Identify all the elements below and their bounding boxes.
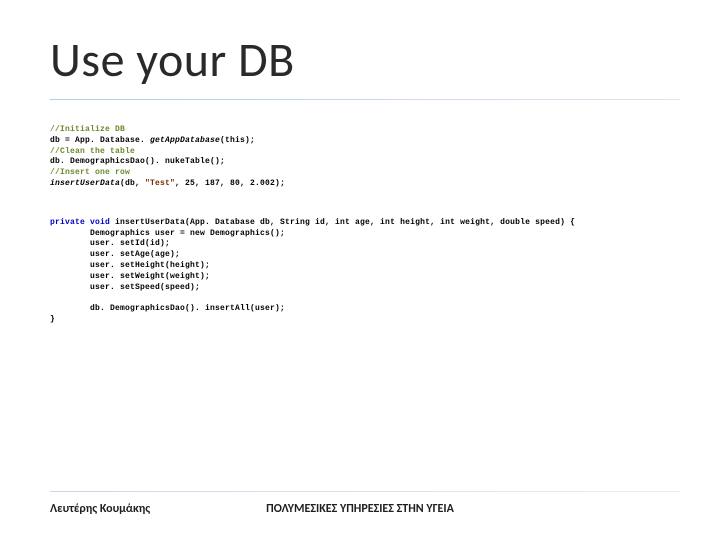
code-line: db. DemographicsDao(). insertAll(user); <box>50 304 285 313</box>
footer-course: ΠΟΛΥΜΕΣΙΚΕΣ ΥΠΗΡΕΣΙΕΣ ΣΤΗΝ ΥΓΕΙΑ <box>266 502 454 516</box>
code-line: user. setAge(age); <box>50 250 180 259</box>
code-line: (App. Database db, String id, int age, i… <box>185 218 575 227</box>
code-line: db. DemographicsDao(). nukeTable(); <box>50 157 225 166</box>
code-line: user. setId(id); <box>50 239 170 248</box>
code-block-2: private void insertUserData(App. Databas… <box>50 218 670 326</box>
code-block-1: //Initialize DB db = App. Database. getA… <box>50 125 670 190</box>
code-line: (this); <box>220 136 255 145</box>
footer: Λευτέρης Κουμάκης ΠΟΛΥΜΕΣΙΚΕΣ ΥΠΗΡΕΣΙΕΣ … <box>50 502 670 516</box>
code-line: } <box>50 315 55 324</box>
code-string: "Test" <box>145 179 175 188</box>
slide: Use your DB //Initialize DB db = App. Da… <box>0 0 720 540</box>
code-keyword: private void <box>50 218 115 227</box>
code-comment: //Initialize DB <box>50 125 125 134</box>
code-call: insertUserData <box>50 179 120 188</box>
code-italic: getAppDatabase <box>150 136 220 145</box>
code-line: user. setSpeed(speed); <box>50 283 200 292</box>
title-underline <box>50 99 680 100</box>
slide-title: Use your DB <box>50 30 670 89</box>
footer-author: Λευτέρης Κουμάκης <box>50 502 150 516</box>
code-line: (db, <box>120 179 145 188</box>
code-line: db = App. Database. <box>50 136 150 145</box>
code-comment: //Insert one row <box>50 168 130 177</box>
footer-divider <box>50 491 680 492</box>
code-line: Demographics user = new Demographics(); <box>50 229 285 238</box>
code-line: user. setWeight(weight); <box>50 272 210 281</box>
code-line: user. setHeight(height); <box>50 261 210 270</box>
code-comment: //Clean the table <box>50 147 135 156</box>
code-line: , 25, 187, 80, 2.002); <box>175 179 285 188</box>
code-method: insertUserData <box>115 218 185 227</box>
